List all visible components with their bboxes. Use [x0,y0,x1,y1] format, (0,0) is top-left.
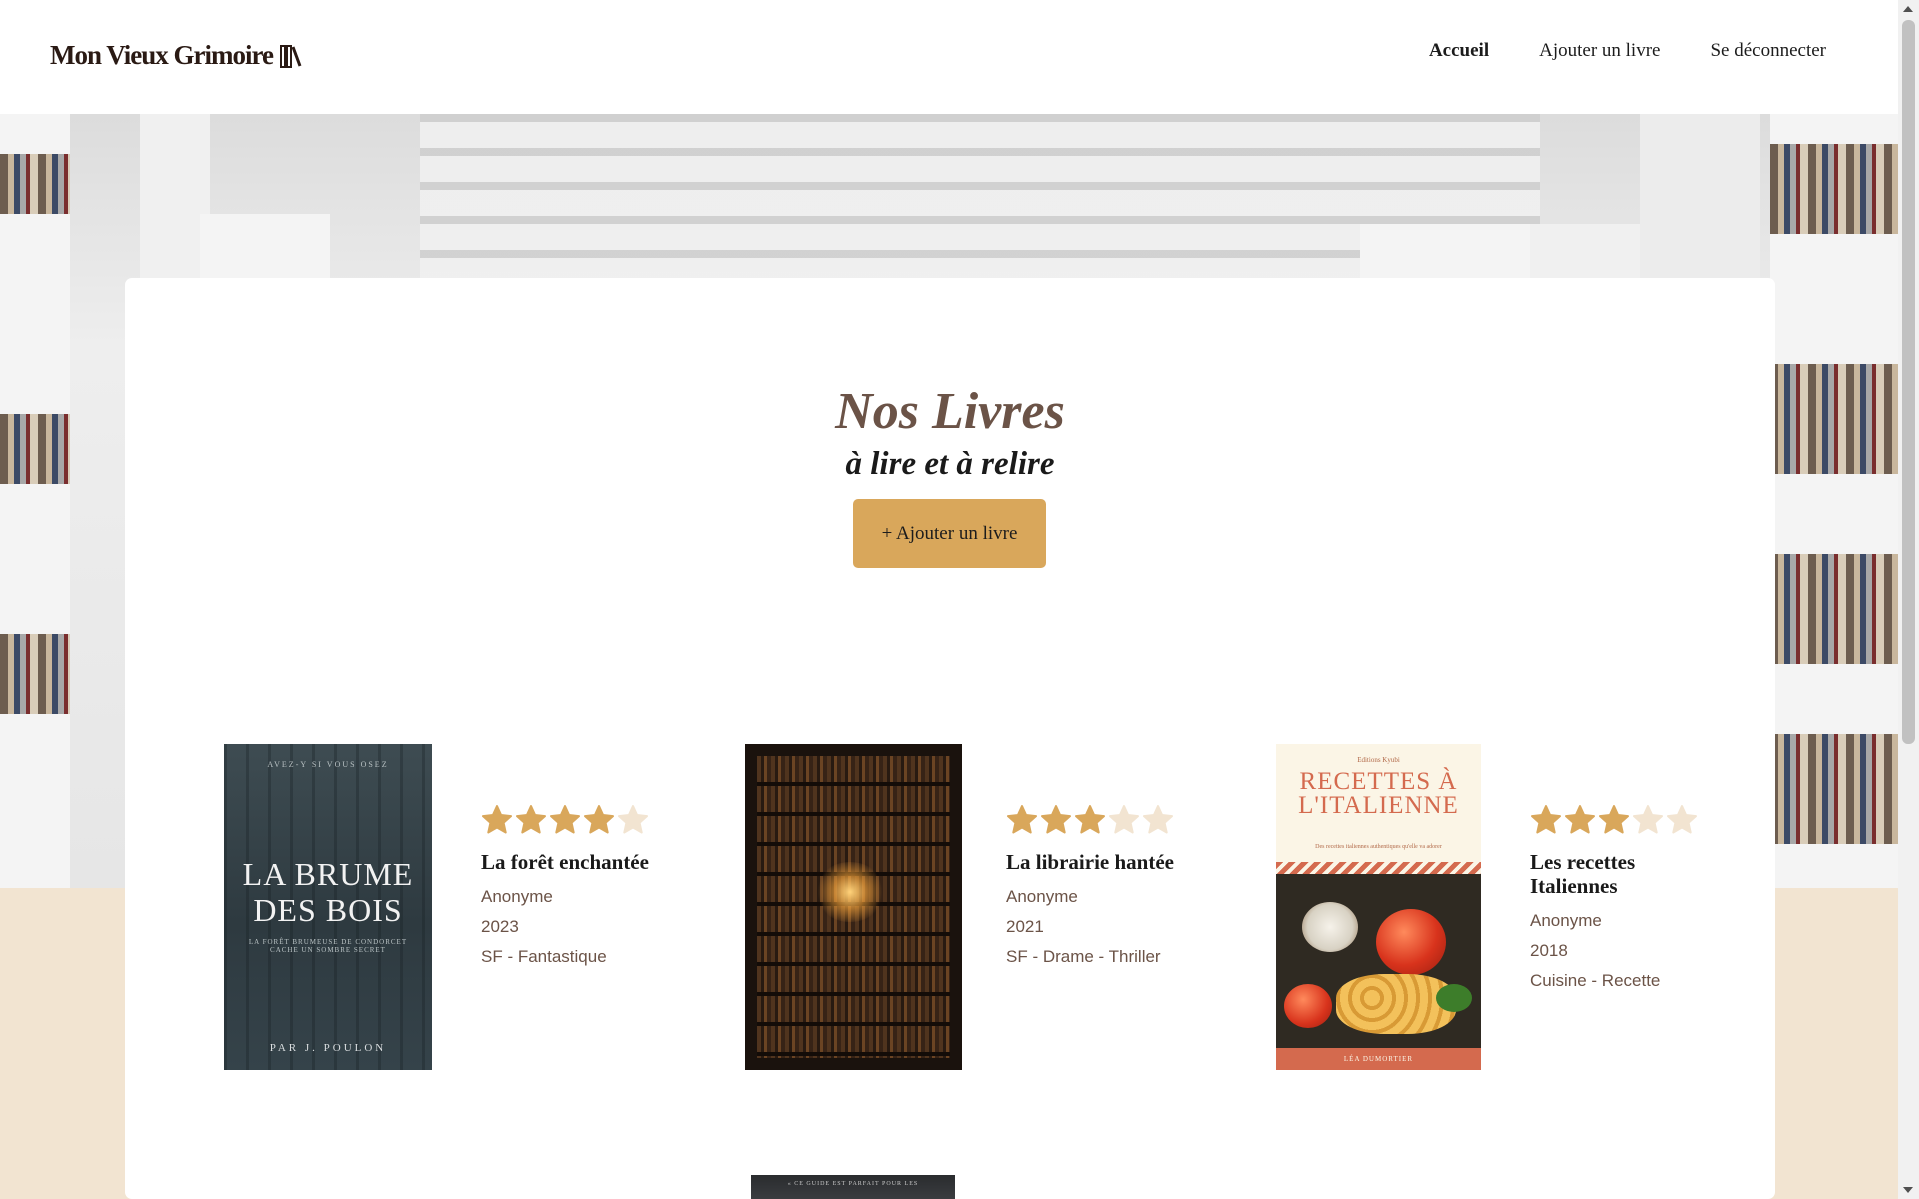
logo-text: Mon Vieux Grimoire [50,40,274,70]
book-title[interactable]: Les recettes Italiennes [1530,850,1700,898]
star-filled-icon [1565,805,1595,834]
book-title[interactable]: La forêt enchantée [481,850,651,874]
book-genre: SF - Drame - Thriller [1006,947,1161,966]
star-empty-icon [1667,805,1697,834]
book-card[interactable]: AVEZ-Y SI VOUS OSEZ LA BRUME DES BOIS LA… [224,744,649,1070]
flour-bowl [1302,902,1358,952]
cover-tagline: LA FORÊT BRUMEUSE DE CONDORCET CACHE UN … [248,938,408,954]
book-card[interactable]: Editions Kyubi RECETTES À L'ITALIENNE De… [1276,744,1697,1070]
cover-top-text: AVEZ-Y SI VOUS OSEZ [267,760,389,769]
books-card: Nos Livres à lire et à relire + Ajouter … [125,278,1775,1199]
cover-lamp-glow [815,862,885,922]
star-filled-icon [482,805,512,834]
books-icon [279,44,302,68]
book-meta: Anonyme 2021 SF - Drame - Thriller [1006,882,1176,972]
site-header: Mon Vieux Grimoire Accueil Ajouter un li… [0,0,1898,114]
book-meta: Anonyme 2023 SF - Fantastique [481,882,651,972]
book-year: 2018 [1530,941,1568,960]
star-filled-icon [1075,805,1105,834]
book-genre: Cuisine - Recette [1530,971,1661,990]
star-filled-icon [550,805,580,834]
cover-tagline: Des recettes italiennes authentiques qu'… [1315,844,1442,850]
book-author: Anonyme [1530,911,1602,930]
cover-publisher: Editions Kyubi [1357,756,1400,764]
cover-stripe [1276,862,1481,874]
book-cover[interactable]: AVEZ-Y SI VOUS OSEZ LA BRUME DES BOIS LA… [224,744,432,1070]
rating-stars [481,804,651,836]
page-scrollbar[interactable] [1898,0,1919,1199]
star-filled-icon [1599,805,1629,834]
star-filled-icon [1041,805,1071,834]
nav-add-book[interactable]: Ajouter un livre [1539,40,1660,62]
star-filled-icon [584,805,614,834]
book-card[interactable]: La librairie hantée Anonyme 2021 SF - Dr… [745,744,1174,1070]
book-author: Anonyme [481,887,553,906]
scrollbar-thumb[interactable] [1902,20,1915,744]
cover-author: PAR J. POULON [269,1042,387,1054]
star-empty-icon [1143,805,1173,834]
main-nav: Accueil Ajouter un livre Se déconnecter [1429,40,1826,62]
scroll-up-arrow-icon[interactable] [1903,6,1913,12]
book-year: 2021 [1006,917,1044,936]
star-empty-icon [618,805,648,834]
bookshelf [1770,114,1898,888]
basil [1436,984,1472,1012]
star-filled-icon [516,805,546,834]
nav-home[interactable]: Accueil [1429,40,1489,62]
book-info: La librairie hantée Anonyme 2021 SF - Dr… [1006,804,1176,972]
page-title: Nos Livres [835,383,1065,440]
tomato [1284,984,1332,1028]
book-cover[interactable]: Editions Kyubi RECETTES À L'ITALIENNE De… [1276,744,1481,1070]
star-empty-icon [1109,805,1139,834]
nav-logout[interactable]: Se déconnecter [1710,40,1826,62]
book-cover[interactable] [745,744,962,1070]
cover-food-photo [1276,874,1481,1048]
scroll-down-arrow-icon[interactable] [1903,1187,1913,1193]
rating-stars [1006,804,1176,836]
add-book-button[interactable]: + Ajouter un livre [853,499,1046,568]
page-subtitle: à lire et à relire [845,446,1055,482]
cover-author: LÉA DUMORTIER [1276,1048,1481,1070]
logo[interactable]: Mon Vieux Grimoire [50,40,303,71]
bookshelf [0,114,70,888]
cover-title: RECETTES À L'ITALIENNE [1298,768,1459,819]
book-info: Les recettes Italiennes Anonyme 2018 Cui… [1530,804,1700,996]
cover-title: LA BRUME DES BOIS [242,856,414,928]
tomato [1376,909,1446,975]
cover-text: « CE GUIDE EST PARFAIT POUR LES [787,1181,919,1187]
star-filled-icon [1531,805,1561,834]
book-cover[interactable]: « CE GUIDE EST PARFAIT POUR LES [751,1175,955,1199]
book-info: La forêt enchantée Anonyme 2023 SF - Fan… [481,804,651,972]
book-genre: SF - Fantastique [481,947,607,966]
book-meta: Anonyme 2018 Cuisine - Recette [1530,906,1700,996]
book-year: 2023 [481,917,519,936]
star-filled-icon [1007,805,1037,834]
star-empty-icon [1633,805,1663,834]
book-title[interactable]: La librairie hantée [1006,850,1176,874]
rating-stars [1530,804,1700,836]
book-author: Anonyme [1006,887,1078,906]
